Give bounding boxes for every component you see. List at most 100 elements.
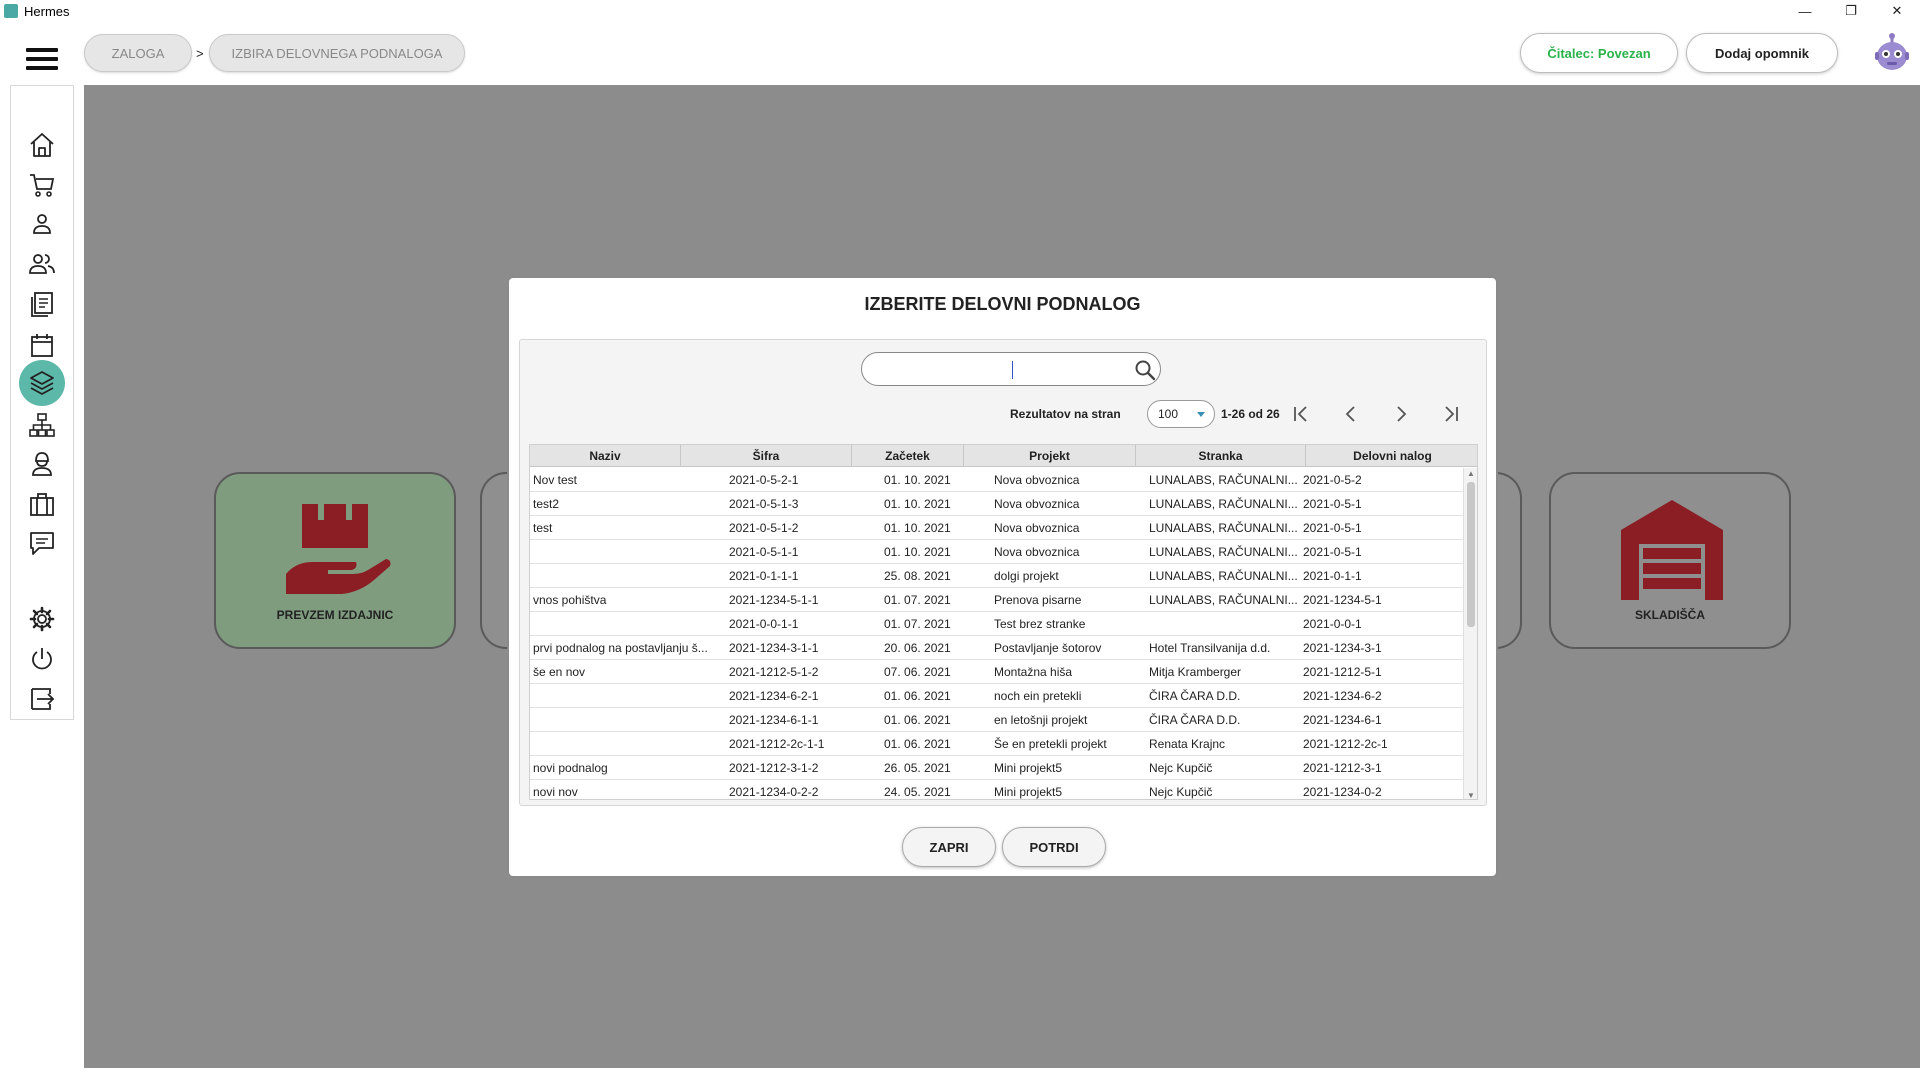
column-header-zacetek[interactable]: Začetek bbox=[852, 445, 964, 467]
results-per-page-label: Rezultatov na stran bbox=[1010, 407, 1121, 421]
sidebar-item-logout[interactable] bbox=[23, 680, 61, 718]
last-page-button[interactable] bbox=[1436, 400, 1466, 428]
table-cell: 2021-1234-5-1 bbox=[1303, 593, 1382, 607]
table-cell: 2021-1234-0-2-2 bbox=[729, 785, 819, 799]
first-page-button[interactable] bbox=[1286, 400, 1316, 428]
sidebar-item-messages[interactable] bbox=[23, 524, 61, 562]
sidebar-item-calendar[interactable] bbox=[23, 326, 61, 364]
column-header-stranka[interactable]: Stranka bbox=[1136, 445, 1306, 467]
table-row[interactable]: Nov test 2021-0-5-2-1 01. 10. 2021 Nova obv… bbox=[530, 468, 1464, 492]
results-per-page-value: 100 bbox=[1158, 407, 1179, 421]
sidebar-item-user[interactable] bbox=[23, 205, 61, 243]
table-scrollbar[interactable]: ▲ ▼ bbox=[1463, 468, 1477, 799]
table-cell: 01. 06. 2021 bbox=[884, 713, 951, 727]
table-cell: 01. 06. 2021 bbox=[884, 737, 951, 751]
table-cell: 2021-1234-3-1 bbox=[1303, 641, 1382, 655]
table-row[interactable]: 2021-0-5-1-1 01. 10. 2021 Nova obvoznica LU… bbox=[530, 540, 1464, 564]
table-row[interactable]: 2021-1212-2c-1-1 01. 06. 2021 Še en pretek… bbox=[530, 732, 1464, 756]
table-row[interactable]: 2021-1234-6-2-1 01. 06. 2021 noch ein pret… bbox=[530, 684, 1464, 708]
table-cell: 26. 05. 2021 bbox=[884, 761, 951, 775]
sidebar-item-hierarchy[interactable] bbox=[23, 406, 61, 444]
table-cell: 2021-1234-6-1 bbox=[1303, 713, 1382, 727]
table-row[interactable]: 2021-0-1-1-1 25. 08. 2021 dolgi projekt LUN… bbox=[530, 564, 1464, 588]
sidebar-item-documents[interactable] bbox=[23, 285, 61, 323]
table-cell: 2021-0-5-1 bbox=[1303, 521, 1362, 535]
table-cell: 2021-0-5-1 bbox=[1303, 497, 1362, 511]
chevron-left-icon bbox=[1345, 406, 1355, 422]
scrollbar-thumb[interactable] bbox=[1467, 482, 1475, 627]
table-cell: 2021-1212-2c-1 bbox=[1303, 737, 1388, 751]
table-cell: 2021-0-0-1-1 bbox=[729, 617, 799, 631]
close-window-icon[interactable]: ✕ bbox=[1874, 0, 1920, 22]
table-cell: Še en pretekli projekt bbox=[994, 737, 1107, 751]
table-cell: LUNALABS, RAČUNALNI... bbox=[1149, 569, 1298, 583]
breadcrumb-zaloga[interactable]: ZALOGA bbox=[84, 34, 192, 72]
table-row[interactable]: test 2021-0-5-1-2 01. 10. 2021 Nova obvozni… bbox=[530, 516, 1464, 540]
table-cell: Nova obvoznica bbox=[994, 545, 1080, 559]
table-cell: Mitja Kramberger bbox=[1149, 665, 1242, 679]
column-header-naziv[interactable]: Naziv bbox=[530, 445, 681, 467]
tile-skladisca[interactable]: SKLADIŠČA bbox=[1549, 472, 1791, 649]
search-input[interactable] bbox=[861, 352, 1161, 386]
search-icon[interactable] bbox=[1134, 359, 1156, 381]
sidebar-item-settings[interactable] bbox=[23, 600, 61, 638]
add-reminder-button[interactable]: Dodaj opomnik bbox=[1686, 33, 1838, 73]
table-row[interactable]: test2 2021-0-5-1-3 01. 10. 2021 Nova obvozn… bbox=[530, 492, 1464, 516]
scroll-down-icon[interactable]: ▼ bbox=[1467, 791, 1475, 799]
column-header-delovni-nalog[interactable]: Delovni nalog bbox=[1306, 445, 1477, 467]
table-cell bbox=[1149, 612, 1299, 636]
briefcase-icon bbox=[30, 493, 54, 516]
sidebar-item-home[interactable] bbox=[23, 126, 61, 164]
table-cell: LUNALABS, RAČUNALNI... bbox=[1149, 593, 1298, 607]
confirm-button[interactable]: POTRDI bbox=[1002, 827, 1106, 867]
table-row[interactable]: 2021-0-0-1-1 01. 07. 2021 Test brez strank… bbox=[530, 612, 1464, 636]
breadcrumb-separator: > bbox=[196, 46, 204, 61]
results-per-page-select[interactable]: 100 bbox=[1147, 400, 1215, 428]
tile-prevzem-izdajnic[interactable]: PREVZEM IZDAJNIC bbox=[214, 472, 456, 649]
table-cell: dolgi projekt bbox=[994, 569, 1059, 583]
sidebar-item-power[interactable] bbox=[23, 640, 61, 678]
table-cell: še en nov bbox=[533, 665, 586, 679]
breadcrumb-izbira-podnaloga[interactable]: IZBIRA DELOVNEGA PODNALOGA bbox=[209, 34, 465, 72]
table-cell: en letošnji projekt bbox=[994, 713, 1088, 727]
table-cell: vnos pohištva bbox=[533, 593, 607, 607]
table-row[interactable]: novi nov 2021-1234-0-2-2 24. 05. 2021 Mini … bbox=[530, 780, 1464, 799]
table-row[interactable]: vnos pohištva 2021-1234-5-1-1 01. 07. 2021… bbox=[530, 588, 1464, 612]
column-header-projekt[interactable]: Projekt bbox=[964, 445, 1136, 467]
minimize-icon[interactable]: — bbox=[1782, 0, 1828, 22]
table-cell: prvi podnalog na postavljanju š... bbox=[533, 641, 708, 655]
column-header-sifra[interactable]: Šifra bbox=[681, 445, 852, 467]
table-row[interactable]: še en nov 2021-1212-5-1-2 07. 06. 2021 Mont… bbox=[530, 660, 1464, 684]
dialog-panel: Rezultatov na stran 100 1-26 od 26 Naziv… bbox=[519, 339, 1487, 806]
text-cursor bbox=[1012, 361, 1013, 379]
hand-box-icon bbox=[286, 504, 391, 594]
prev-page-button[interactable] bbox=[1336, 400, 1366, 428]
last-page-icon bbox=[1445, 406, 1458, 422]
hamburger-menu-icon[interactable] bbox=[26, 48, 58, 70]
table-row[interactable]: novi podnalog 2021-1212-3-1-2 26. 05. 2021… bbox=[530, 756, 1464, 780]
sidebar-item-users[interactable] bbox=[23, 245, 61, 283]
table-cell: 01. 10. 2021 bbox=[884, 545, 951, 559]
documents-icon bbox=[31, 292, 53, 317]
chevron-right-icon bbox=[1397, 406, 1407, 422]
table-cell: Nova obvoznica bbox=[994, 521, 1080, 535]
table-row[interactable]: 2021-1234-6-1-1 01. 06. 2021 en letošnji p… bbox=[530, 708, 1464, 732]
app-icon bbox=[4, 4, 18, 18]
scroll-up-icon[interactable]: ▲ bbox=[1467, 469, 1475, 478]
table-cell bbox=[533, 612, 719, 636]
avatar-robot-icon[interactable] bbox=[1872, 32, 1912, 74]
table-cell: Postavljanje šotorov bbox=[994, 641, 1102, 655]
table-cell: 2021-1212-5-1-2 bbox=[729, 665, 819, 679]
sidebar-item-briefcase[interactable] bbox=[23, 485, 61, 523]
close-button[interactable]: ZAPRI bbox=[902, 827, 996, 867]
restore-icon[interactable]: ❐ bbox=[1828, 0, 1874, 22]
reader-status-button[interactable]: Čitalec: Povezan bbox=[1520, 33, 1678, 73]
sidebar-item-stock[interactable] bbox=[19, 360, 65, 406]
sidebar-item-cart[interactable] bbox=[23, 166, 61, 204]
next-page-button[interactable] bbox=[1386, 400, 1416, 428]
sidebar-item-worker[interactable] bbox=[23, 445, 61, 483]
table-cell bbox=[533, 540, 719, 564]
table-cell: LUNALABS, RAČUNALNI... bbox=[1149, 473, 1298, 487]
table-cell: test2 bbox=[533, 497, 560, 511]
table-row[interactable]: prvi podnalog na postavljanju š... 2021-1… bbox=[530, 636, 1464, 660]
